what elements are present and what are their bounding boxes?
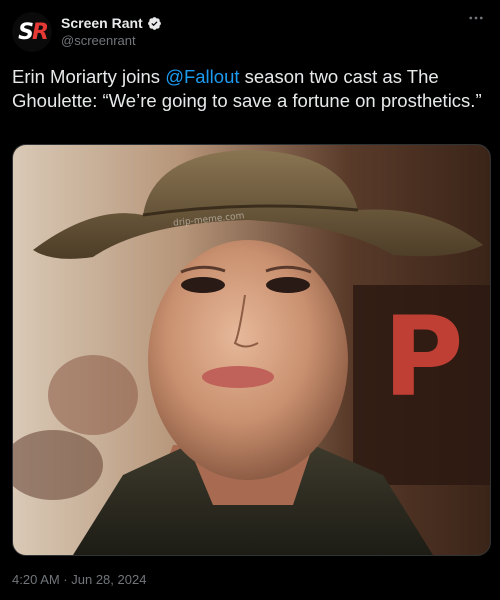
tweet-media-image[interactable]: P drip-meme.com bbox=[12, 144, 491, 556]
screenrant-logo: SR bbox=[18, 19, 49, 45]
more-horizontal-icon[interactable] bbox=[466, 8, 486, 28]
avatar[interactable]: SR bbox=[12, 12, 52, 52]
mention-link[interactable]: @Fallout bbox=[165, 66, 239, 87]
tweet-text: Erin Moriarty joins @Fallout season two … bbox=[12, 65, 482, 113]
logo-letter-r: R bbox=[31, 19, 49, 45]
face bbox=[148, 240, 348, 480]
left-eye bbox=[181, 277, 225, 293]
more-dots-svg bbox=[469, 16, 483, 20]
neon-sign-letter: P bbox=[383, 293, 464, 421]
author-handle[interactable]: @screenrant bbox=[61, 33, 136, 48]
tweet-card: SR Screen Rant @screenrant Erin Moriarty… bbox=[0, 0, 500, 600]
verified-badge-icon bbox=[147, 16, 161, 30]
tweet-timestamp[interactable]: 4:20 AM · Jun 28, 2024 bbox=[12, 572, 146, 587]
display-name[interactable]: Screen Rant bbox=[61, 15, 143, 31]
author-name-row: Screen Rant bbox=[61, 14, 162, 32]
lips bbox=[202, 366, 274, 388]
photo-illustration: P bbox=[13, 145, 490, 555]
right-eye bbox=[266, 277, 310, 293]
logo-letter-s: S bbox=[18, 19, 34, 45]
tweet-text-before: Erin Moriarty joins bbox=[12, 66, 166, 87]
blurred-sign-left bbox=[48, 355, 138, 435]
